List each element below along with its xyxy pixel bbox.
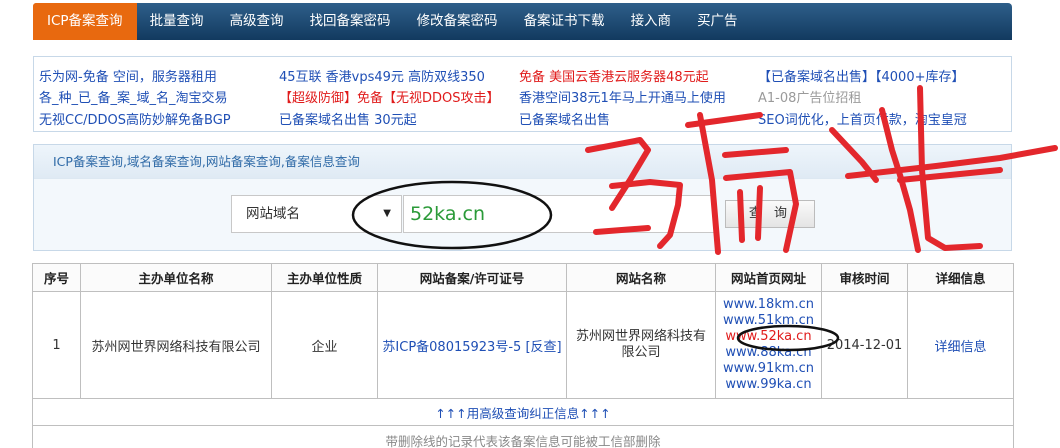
cell-date: 2014-12-01 bbox=[821, 291, 908, 399]
ad-link[interactable]: 各_种_已_备_案_域_名_淘宝交易 bbox=[39, 87, 228, 106]
ad-link[interactable]: 【超级防御】免备【无视DDOS攻击】 bbox=[279, 87, 500, 106]
search-panel: ICP备案查询,域名备案查询,网站备案查询,备案信息查询 网站域名 ▼ 52ka… bbox=[33, 144, 1012, 251]
site-url-link[interactable]: www.88ka.cn bbox=[716, 345, 821, 361]
reverse-lookup-link[interactable]: [反查] bbox=[525, 340, 561, 355]
cell-site-name: 苏州网世界网络科技有限公司 bbox=[566, 291, 716, 399]
site-url-link[interactable]: www.51km.cn bbox=[716, 313, 821, 329]
ad-link[interactable]: A1-08广告位招租 bbox=[758, 87, 861, 106]
ad-link[interactable]: 乐为网-免备 空间，服务器租用 bbox=[39, 66, 217, 85]
ad-link[interactable]: 45互联 香港vps49元 高防双线350 bbox=[279, 66, 485, 85]
col-header-url: 网站首页网址 bbox=[715, 263, 822, 292]
query-button[interactable]: 查 询 bbox=[725, 200, 815, 228]
nav-tab-buy-ads[interactable]: 买广告 bbox=[684, 3, 751, 40]
cell-index: 1 bbox=[32, 291, 81, 399]
top-nav: ICP备案查询 批量查询 高级查询 找回备案密码 修改备案密码 备案证书下载 接… bbox=[33, 3, 1012, 40]
detail-link[interactable]: 详细信息 bbox=[907, 291, 1014, 399]
nav-tab-recover-password[interactable]: 找回备案密码 bbox=[297, 3, 404, 40]
advanced-query-correct-link[interactable]: ↑↑↑用高级查询纠正信息↑↑↑ bbox=[32, 398, 1014, 426]
table-header-row: 序号 主办单位名称 主办单位性质 网站备案/许可证号 网站名称 网站首页网址 审… bbox=[32, 263, 1014, 292]
table-row: 1 苏州网世界网络科技有限公司 企业 苏ICP备08015923号-5 [反查]… bbox=[32, 291, 1014, 399]
nav-tab-batch-query[interactable]: 批量查询 bbox=[137, 3, 217, 40]
url-list: www.18km.cn www.51km.cn www.52ka.cn www.88k… bbox=[716, 297, 821, 393]
site-name: 苏州网世界网络科技有限公司 bbox=[575, 329, 706, 360]
ad-link[interactable]: 香港空间38元1年马上开通马上使用 bbox=[519, 87, 726, 106]
col-header-nature: 主办单位性质 bbox=[271, 263, 378, 292]
col-header-date: 审核时间 bbox=[821, 263, 908, 292]
dropdown-arrow-icon: ▼ bbox=[383, 208, 391, 219]
cell-urls: www.18km.cn www.51km.cn www.52ka.cn www.88k… bbox=[715, 291, 822, 399]
search-panel-title: ICP备案查询,域名备案查询,网站备案查询,备案信息查询 bbox=[34, 145, 1011, 179]
nav-tab-access-provider[interactable]: 接入商 bbox=[618, 3, 685, 40]
nav-tab-advanced-query[interactable]: 高级查询 bbox=[217, 3, 297, 40]
license-link[interactable]: 苏ICP备08015923号-5 bbox=[382, 340, 521, 355]
ad-link[interactable]: 无视CC/DDOS高防妙解免备BGP bbox=[39, 109, 231, 128]
site-url-link[interactable]: www.18km.cn bbox=[716, 297, 821, 313]
cell-nature: 企业 bbox=[271, 291, 378, 399]
site-url-link[interactable]: www.52ka.cn bbox=[716, 329, 821, 345]
site-url-link[interactable]: www.91km.cn bbox=[716, 361, 821, 377]
cell-org: 苏州网世界网络科技有限公司 bbox=[80, 291, 272, 399]
domain-input[interactable]: 52ka.cn bbox=[403, 195, 716, 233]
col-header-index: 序号 bbox=[32, 263, 81, 292]
query-type-value: 网站域名 bbox=[246, 206, 300, 222]
ad-link[interactable]: 已备案域名出售 30元起 bbox=[279, 109, 417, 128]
nav-tab-icp-query[interactable]: ICP备案查询 bbox=[33, 3, 137, 40]
col-header-org: 主办单位名称 bbox=[80, 263, 272, 292]
results-table: 序号 主办单位名称 主办单位性质 网站备案/许可证号 网站名称 网站首页网址 审… bbox=[32, 263, 1014, 448]
ad-links-box: 乐为网-免备 空间，服务器租用 45互联 香港vps49元 高防双线350 免备… bbox=[33, 56, 1012, 132]
col-header-site-name: 网站名称 bbox=[566, 263, 716, 292]
nav-tab-certificate-download[interactable]: 备案证书下载 bbox=[511, 3, 618, 40]
col-header-license: 网站备案/许可证号 bbox=[377, 263, 567, 292]
query-type-select[interactable]: 网站域名 ▼ bbox=[231, 195, 402, 233]
nav-tab-change-password[interactable]: 修改备案密码 bbox=[404, 3, 511, 40]
ad-link[interactable]: 免备 美国云香港云服务器48元起 bbox=[519, 66, 709, 85]
table-footer-row: ↑↑↑用高级查询纠正信息↑↑↑ bbox=[32, 398, 1014, 426]
table-note-row: 带删除线的记录代表该备案信息可能被工信部删除 bbox=[32, 425, 1014, 448]
ad-link[interactable]: SEO词优化，上首页付款，淘宝皇冠 bbox=[758, 109, 967, 128]
site-url-link[interactable]: www.99ka.cn bbox=[716, 377, 821, 393]
col-header-detail: 详细信息 bbox=[907, 263, 1014, 292]
ad-link[interactable]: 已备案域名出售 bbox=[519, 109, 610, 128]
cell-license: 苏ICP备08015923号-5 [反查] bbox=[377, 291, 567, 399]
deleted-record-note: 带删除线的记录代表该备案信息可能被工信部删除 bbox=[32, 425, 1014, 448]
ad-link[interactable]: 【已备案域名出售】【4000+库存】 bbox=[758, 66, 964, 85]
